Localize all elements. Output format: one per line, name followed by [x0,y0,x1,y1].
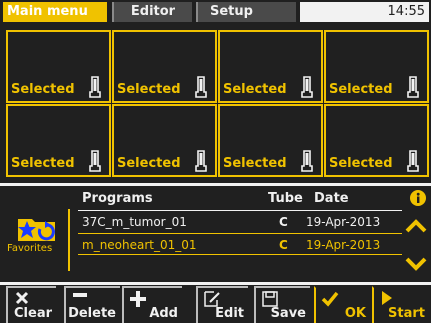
favorites-button[interactable]: Favorites [6,209,70,271]
delete-label: Delete [68,306,116,321]
add-button[interactable]: Add [122,286,182,323]
plus-icon [130,291,146,307]
program-date: 19-Apr-2013 [306,215,381,229]
checkmark-icon [321,291,339,307]
position-slot-3[interactable]: Selected [218,30,323,103]
position-slot-6[interactable]: Selected [112,104,217,177]
program-tube: C [279,238,288,252]
tube-icon [301,150,313,172]
program-name: m_neoheart_01_01 [82,238,197,252]
position-slot-label: Selected [329,82,393,97]
edit-button[interactable]: Edit [196,286,248,323]
tube-icon [407,150,419,172]
column-header-programs: Programs [82,191,153,206]
tab-main-menu[interactable]: Main menu [3,2,107,22]
program-tube: C [279,215,288,229]
table-row[interactable]: 37C_m_tumor_01 C 19-Apr-2013 [78,211,402,233]
position-slot-1[interactable]: Selected [6,30,111,103]
position-slot-label: Selected [223,156,287,171]
program-date: 19-Apr-2013 [306,238,381,252]
position-slot-7[interactable]: Selected [218,104,323,177]
divider [0,282,431,285]
position-grid: Selected Selected Selected Selected Sele… [6,30,429,180]
position-slot-8[interactable]: Selected [324,104,429,177]
divider [0,183,431,186]
tab-editor[interactable]: Editor [112,2,192,22]
column-header-tube: Tube [268,191,303,206]
tube-icon [195,76,207,98]
save-button[interactable]: Save [254,286,310,323]
ok-button[interactable]: OK [314,286,370,323]
save-label: Save [270,306,306,321]
position-slot-label: Selected [329,156,393,171]
tube-icon [195,150,207,172]
clear-label: Clear [14,306,52,321]
info-icon[interactable] [410,190,426,206]
clear-button[interactable]: Clear [6,286,56,323]
chevron-up-icon[interactable] [405,218,427,234]
chevron-down-icon[interactable] [405,256,427,272]
tube-icon [407,76,419,98]
bottom-toolbar: Clear Delete Add Edit Save OK Start [0,286,431,323]
tube-icon [301,76,313,98]
start-button[interactable]: Start [372,286,429,323]
favorites-label: Favorites [7,243,53,254]
position-slot-4[interactable]: Selected [324,30,429,103]
position-slot-label: Selected [117,82,181,97]
position-slot-label: Selected [223,82,287,97]
programs-table: Programs Tube Date 37C_m_tumor_01 C 19-A… [78,188,402,255]
position-slot-label: Selected [11,82,75,97]
position-slot-2[interactable]: Selected [112,30,217,103]
table-row-selected[interactable]: m_neoheart_01_01 C 19-Apr-2013 [78,233,402,255]
tube-icon [89,150,101,172]
column-header-date: Date [314,191,349,206]
add-label: Add [149,306,178,321]
ok-label: OK [344,306,366,321]
delete-button[interactable]: Delete [64,286,120,323]
position-slot-5[interactable]: Selected [6,104,111,177]
top-tab-bar: Main menu Editor Setup 14:55 [0,0,431,24]
position-slot-label: Selected [117,156,181,171]
star-refresh-icon [18,219,55,241]
position-slot-label: Selected [11,156,75,171]
tube-icon [89,76,101,98]
edit-label: Edit [215,306,244,321]
program-name: 37C_m_tumor_01 [82,215,187,229]
clock: 14:55 [300,2,429,22]
start-label: Start [388,306,425,321]
tab-setup[interactable]: Setup [196,2,296,22]
table-header: Programs Tube Date [78,188,402,211]
